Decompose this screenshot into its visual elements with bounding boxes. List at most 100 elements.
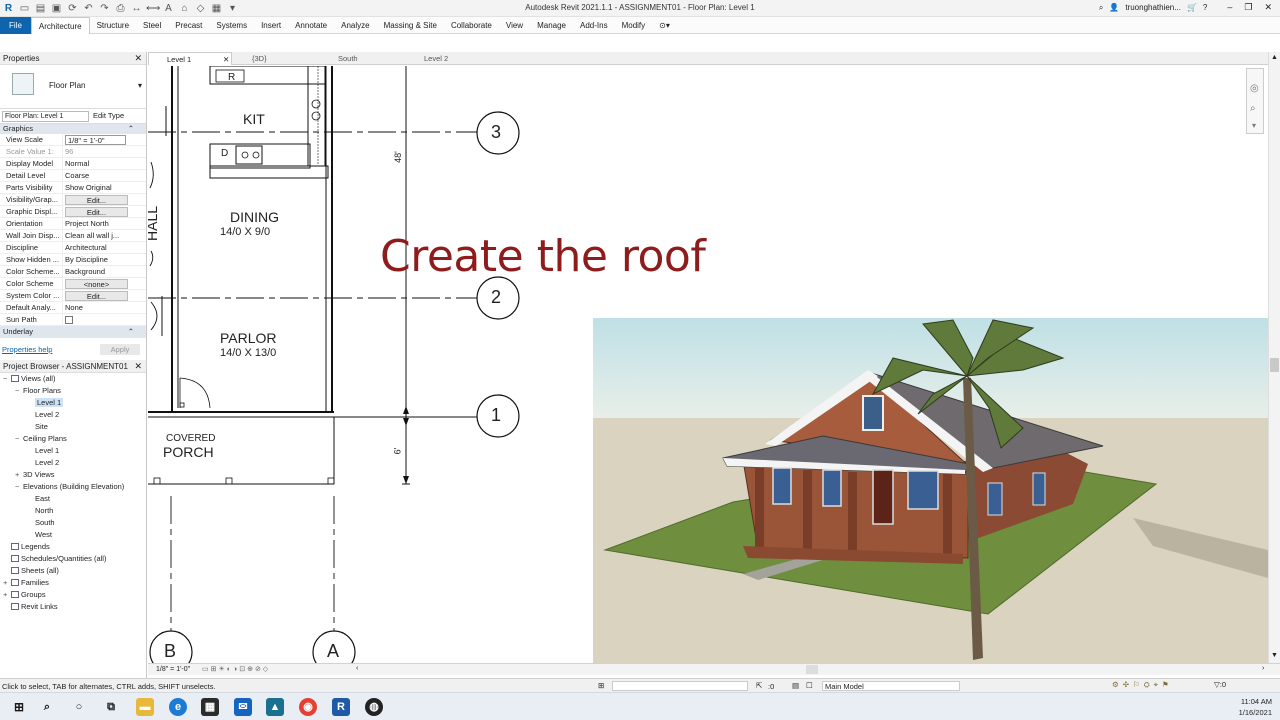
type-selector[interactable]: Floor Plan ▾: [0, 65, 146, 109]
tab-add-ins[interactable]: Add-Ins: [573, 17, 615, 34]
group-underlay[interactable]: Underlay ⌃: [0, 326, 146, 338]
grid-b[interactable]: B: [164, 641, 176, 662]
tab-collaborate[interactable]: Collaborate: [444, 17, 499, 34]
browser-node[interactable]: Sheets (all): [0, 565, 146, 577]
browser-node[interactable]: +3D Views: [0, 469, 146, 481]
tab-analyze[interactable]: Analyze: [334, 17, 376, 34]
chevron-down-icon[interactable]: ▾: [138, 81, 142, 90]
properties-help-link[interactable]: Properties help: [2, 345, 52, 354]
browser-node[interactable]: Level 1: [0, 397, 146, 409]
edit-button[interactable]: Edit...: [65, 195, 128, 205]
property-value[interactable]: Coarse: [62, 170, 132, 181]
edit-button[interactable]: <none>: [65, 279, 128, 289]
help-icon[interactable]: ?: [1203, 3, 1207, 12]
property-value[interactable]: Project North: [62, 218, 132, 229]
tab-insert[interactable]: Insert: [254, 17, 288, 34]
mail-icon[interactable]: ✉: [234, 698, 252, 716]
tab-massing-site[interactable]: Massing & Site: [377, 17, 444, 34]
hscroll-thumb[interactable]: [806, 665, 818, 674]
scroll-down-icon[interactable]: ▼: [1271, 652, 1278, 659]
scroll-up-icon[interactable]: ▲: [1271, 54, 1278, 61]
scroll-left-icon[interactable]: ‹: [356, 665, 358, 672]
tab-precast[interactable]: Precast: [168, 17, 209, 34]
tab-modify[interactable]: Modify: [615, 17, 653, 34]
property-value[interactable]: Show Original: [62, 182, 132, 193]
property-value[interactable]: <none>: [62, 278, 132, 289]
chrome-icon[interactable]: ◉: [299, 698, 317, 716]
grid-2[interactable]: 2: [491, 287, 501, 308]
user-name[interactable]: truonghathien...: [1125, 3, 1181, 12]
grid-1[interactable]: 1: [491, 405, 501, 426]
main-model-check-icon[interactable]: ☐: [806, 681, 813, 690]
expand-toggle-icon[interactable]: +: [3, 589, 11, 601]
windows-start-icon[interactable]: ⊞: [10, 698, 28, 716]
vertical-scrollbar[interactable]: ▲ ▼: [1268, 52, 1280, 663]
close-tab-icon[interactable]: ✕: [223, 53, 229, 66]
tab-3d[interactable]: {3D}: [234, 52, 318, 65]
property-value[interactable]: Background: [62, 266, 132, 277]
autocad-icon[interactable]: ▲: [266, 698, 284, 716]
expand-toggle-icon[interactable]: −: [15, 433, 23, 445]
close-icon[interactable]: ✕: [134, 52, 142, 65]
tab-structure[interactable]: Structure: [90, 17, 136, 34]
property-value[interactable]: 1/8" = 1'-0": [62, 134, 132, 145]
group-graphics[interactable]: Graphics ⌃: [0, 124, 146, 134]
view-scale[interactable]: 1/8" = 1'-0": [156, 666, 190, 673]
revit-taskbar-icon[interactable]: R: [332, 698, 350, 716]
workset-select[interactable]: [612, 681, 748, 691]
filter-icon[interactable]: ▽:0: [1214, 680, 1226, 689]
nav-menu-icon[interactable]: ▾: [1252, 121, 1256, 130]
scale-field[interactable]: 1/8" = 1'-0": [65, 135, 126, 145]
property-value[interactable]: None: [62, 302, 132, 313]
expand-toggle-icon[interactable]: +: [15, 469, 23, 481]
expand-toggle-icon[interactable]: −: [15, 385, 23, 397]
browser-node[interactable]: Schedules/Quantities (all): [0, 553, 146, 565]
property-value[interactable]: By Discipline: [62, 254, 132, 265]
collapse-icon[interactable]: ⌃: [128, 326, 134, 338]
view-control-icons[interactable]: ▭⊞☀◐◑⊡⊕⊘◇: [202, 665, 270, 673]
scroll-right-icon[interactable]: ›: [1262, 665, 1264, 672]
design-option-select[interactable]: Main Model: [822, 681, 960, 691]
cart-icon[interactable]: 🛒: [1187, 3, 1197, 12]
tab-annotate[interactable]: Annotate: [288, 17, 334, 34]
browser-node[interactable]: Level 1: [0, 445, 146, 457]
zoom-icon[interactable]: ⌕: [1250, 103, 1256, 114]
browser-node[interactable]: Site: [0, 421, 146, 433]
design-options-icon[interactable]: ▤: [792, 681, 799, 690]
browser-node[interactable]: Legends: [0, 541, 146, 553]
instance-selector[interactable]: Floor Plan: Level 1: [2, 111, 89, 122]
browser-node[interactable]: + Groups: [0, 589, 146, 601]
tab-steel[interactable]: Steel: [136, 17, 168, 34]
browser-node[interactable]: − Elevations (Building Elevation): [0, 481, 146, 493]
scroll-thumb[interactable]: [1270, 358, 1279, 372]
property-value[interactable]: Edit...: [62, 290, 132, 301]
steering-wheel-icon[interactable]: ◎: [1250, 83, 1259, 94]
browser-node[interactable]: North: [0, 505, 146, 517]
browser-node[interactable]: − Ceiling Plans: [0, 433, 146, 445]
store-icon[interactable]: ▦: [201, 698, 219, 716]
apply-button[interactable]: Apply: [100, 344, 140, 355]
drawing-canvas[interactable]: R KIT D DINING 14/0 X 9/0 HALL PARLOR 14…: [148, 66, 1268, 663]
tab-systems[interactable]: Systems: [209, 17, 254, 34]
tab-manage[interactable]: Manage: [530, 17, 573, 34]
edge-icon[interactable]: e: [169, 698, 187, 716]
obs-icon[interactable]: ◍: [365, 698, 383, 716]
grid-a[interactable]: A: [327, 641, 339, 662]
selection-filter-icons[interactable]: ⚙✣⚐⛭⌖⚑: [1112, 680, 1173, 690]
cortana-icon[interactable]: ○: [70, 698, 88, 716]
tab-architecture[interactable]: Architecture: [30, 16, 90, 34]
browser-node[interactable]: − Floor Plans: [0, 385, 146, 397]
ribbon-options-icon[interactable]: ⊙▾: [652, 17, 677, 34]
browser-node[interactable]: South: [0, 517, 146, 529]
system-clock[interactable]: 11:04 AM 1/16/2021: [1239, 696, 1272, 718]
browser-node[interactable]: West: [0, 529, 146, 541]
user-icon[interactable]: 👤: [1109, 3, 1119, 12]
file-explorer-icon[interactable]: ▬: [136, 698, 154, 716]
property-value[interactable]: Normal: [62, 158, 132, 169]
tab-level-2[interactable]: Level 2: [406, 52, 490, 65]
grid-3[interactable]: 3: [491, 122, 501, 143]
property-value[interactable]: [62, 314, 132, 325]
expand-toggle-icon[interactable]: −: [15, 481, 23, 493]
tab-view[interactable]: View: [499, 17, 530, 34]
minimize-icon[interactable]: –: [1227, 2, 1232, 13]
